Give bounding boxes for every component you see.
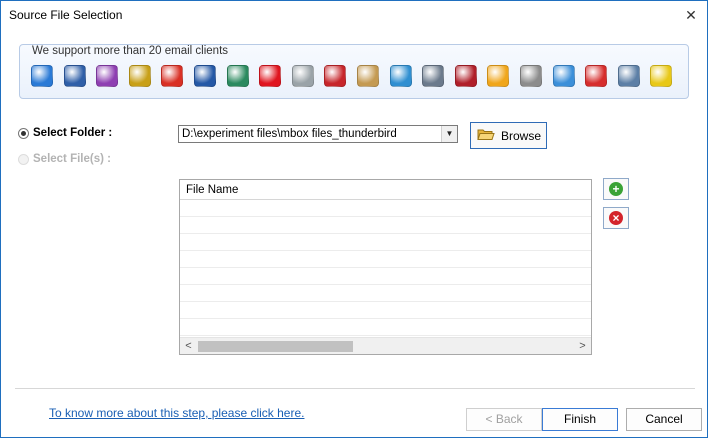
plus-icon: + <box>609 182 623 196</box>
pocomail-icon <box>454 65 477 87</box>
scroll-left-arrow[interactable]: < <box>180 338 197 354</box>
claws-mail-icon <box>128 65 151 87</box>
apple-mail-icon <box>585 65 608 87</box>
gyazmail-icon <box>487 65 510 87</box>
mail-clock-icon <box>291 65 314 87</box>
sparrow-icon <box>552 65 575 87</box>
folder-path-dropdown[interactable]: D:\experiment files\mbox files_thunderbi… <box>178 125 458 143</box>
select-folder-radio[interactable] <box>18 127 29 139</box>
mailbox-archive-icon <box>422 65 445 87</box>
chevron-down-icon[interactable]: ▼ <box>441 126 457 142</box>
table-row <box>180 234 591 251</box>
help-link[interactable]: To know more about this step, please cli… <box>49 406 304 420</box>
spicebird-icon <box>357 65 379 87</box>
select-files-option: Select File(s) : <box>18 153 111 165</box>
remove-file-button[interactable]: × <box>603 207 629 229</box>
table-row <box>180 251 591 268</box>
browse-button[interactable]: Browse <box>470 122 547 149</box>
scroll-right-arrow[interactable]: > <box>574 338 591 354</box>
close-icon[interactable]: ✕ <box>681 5 701 25</box>
table-row <box>180 268 591 285</box>
select-files-label: Select File(s) : <box>33 153 111 165</box>
cancel-button[interactable]: Cancel <box>626 408 702 431</box>
column-header-file-name[interactable]: File Name <box>180 180 591 200</box>
title-bar: Source File Selection ✕ <box>1 1 707 30</box>
folder-open-icon <box>477 127 495 144</box>
remove-icon: × <box>609 211 623 225</box>
add-file-button[interactable]: + <box>603 178 629 200</box>
thunderbird-icon <box>63 65 86 87</box>
scrollbar-thumb[interactable] <box>198 341 353 352</box>
folder-path-value: D:\experiment files\mbox files_thunderbi… <box>182 128 397 140</box>
gnu-mail-icon <box>520 65 542 87</box>
back-button[interactable]: < Back <box>466 408 542 431</box>
finish-button[interactable]: Finish <box>542 408 618 431</box>
source-file-selection-dialog: Source File Selection ✕ We support more … <box>0 0 708 438</box>
select-folder-label: Select Folder : <box>33 127 113 139</box>
opera-mail-icon <box>259 65 282 87</box>
gmail-icon <box>161 65 184 87</box>
eudora-icon <box>617 65 640 87</box>
seamonkey-icon <box>226 65 249 87</box>
sylpheed-icon <box>324 65 347 87</box>
supported-clients-legend: We support more than 20 email clients <box>32 45 229 57</box>
table-row <box>180 200 591 217</box>
select-files-radio <box>18 153 29 165</box>
browse-label: Browse <box>501 128 542 143</box>
the-bat-icon <box>650 65 673 87</box>
select-folder-option[interactable]: Select Folder : <box>18 127 112 139</box>
horizontal-scrollbar[interactable]: < > <box>180 337 591 354</box>
entourage-icon <box>96 65 119 87</box>
table-row <box>180 285 591 302</box>
mail-client-icon <box>31 65 53 87</box>
table-row <box>180 217 591 234</box>
window-title: Source File Selection <box>9 8 123 22</box>
file-list-table[interactable]: File Name < > <box>179 179 592 355</box>
outlook-express-icon <box>389 65 412 87</box>
postbox-icon <box>194 65 216 87</box>
footer-divider <box>15 388 695 389</box>
table-row <box>180 319 591 336</box>
table-row <box>180 302 591 319</box>
